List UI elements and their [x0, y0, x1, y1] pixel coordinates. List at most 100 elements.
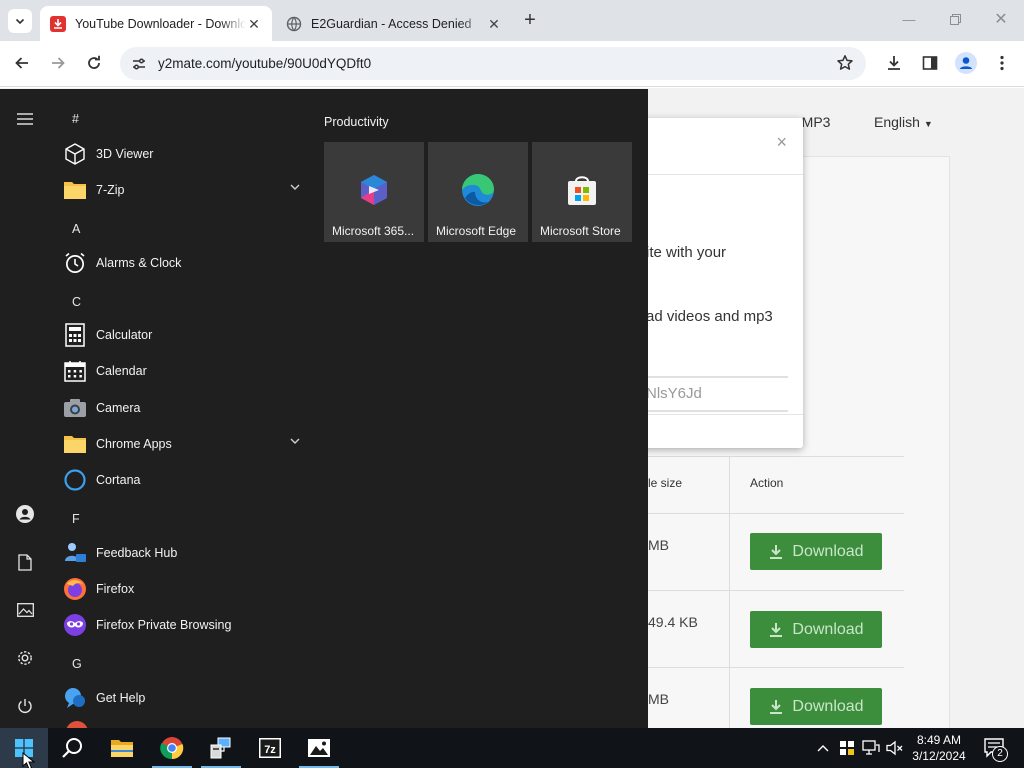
app-label: Get Help: [96, 691, 146, 705]
power-button[interactable]: [13, 694, 37, 718]
clock-time: 8:49 AM: [916, 733, 962, 747]
picture-icon: [16, 603, 34, 617]
section-letter[interactable]: C: [72, 295, 81, 309]
tab-close-button[interactable]: ✕: [246, 16, 262, 32]
calendar-icon: [62, 358, 88, 384]
tab-youtube-downloader[interactable]: YouTube Downloader - Downlo ✕: [40, 6, 272, 41]
cortana-icon: [62, 467, 88, 493]
modal-input[interactable]: NlsY6Jd: [640, 376, 788, 412]
photos-icon: [308, 739, 330, 757]
next-app-icon: [66, 721, 88, 728]
side-panel-icon: [922, 56, 938, 70]
search-button[interactable]: [48, 728, 96, 768]
section-letter[interactable]: G: [72, 657, 82, 671]
tile-microsoft-365[interactable]: Microsoft 365...: [324, 142, 424, 242]
gear-icon: [18, 651, 32, 665]
side-panel-button[interactable]: [918, 51, 942, 75]
search-icon: [62, 738, 82, 758]
app-item-cortana[interactable]: Cortana: [62, 463, 312, 497]
hamburger-menu-button[interactable]: [13, 107, 37, 131]
downloads-button[interactable]: [882, 51, 906, 75]
app-item-camera[interactable]: Camera: [62, 391, 312, 425]
menu-button[interactable]: [990, 51, 1014, 75]
show-hidden-icons-button[interactable]: [813, 728, 833, 768]
app-item-chrome-apps[interactable]: Chrome Apps: [62, 427, 312, 461]
tile-group-title: Productivity: [324, 115, 389, 129]
tab-e2guardian[interactable]: E2Guardian - Access Denied ✕: [276, 6, 512, 41]
tile-microsoft-store[interactable]: Microsoft Store: [532, 142, 632, 242]
app-list: # 3D Viewer 7-Zip A Alarms & Clock C Cal…: [52, 89, 312, 728]
firefox-icon: [62, 576, 88, 602]
notification-badge: 2: [992, 746, 1008, 762]
section-letter[interactable]: #: [72, 112, 79, 126]
section-letter[interactable]: F: [72, 512, 80, 526]
network-computer-icon: [210, 737, 231, 759]
folder-icon: [62, 177, 88, 203]
edge-icon: [462, 174, 494, 206]
minimize-button[interactable]: —: [897, 8, 921, 32]
app-item-calculator[interactable]: Calculator: [62, 318, 312, 352]
taskbar-file-explorer[interactable]: [98, 728, 146, 768]
app-item-alarms-clock[interactable]: Alarms & Clock: [62, 246, 312, 280]
tile-label: Microsoft 365...: [332, 224, 415, 238]
app-item-calendar[interactable]: Calendar: [62, 354, 312, 388]
table-divider: [640, 513, 904, 514]
account-button[interactable]: [13, 502, 37, 526]
app-item-get-help[interactable]: Get Help: [62, 681, 312, 715]
pictures-button[interactable]: [13, 598, 37, 622]
close-window-button[interactable]: ✕: [989, 8, 1013, 32]
network-button[interactable]: [861, 728, 881, 768]
taskbar-clock[interactable]: 8:49 AM 3/12/2024: [902, 732, 976, 764]
app-label: Firefox Private Browsing: [96, 618, 232, 632]
tile-microsoft-edge[interactable]: Microsoft Edge: [428, 142, 528, 242]
table-header-size: le size: [648, 476, 683, 490]
start-rail: [0, 89, 50, 728]
download-button[interactable]: Download: [750, 533, 882, 570]
chevron-down-icon[interactable]: [290, 182, 300, 194]
seven-zip-icon: 7z: [259, 738, 281, 758]
taskbar: 7z 8:49 AM 3/12/2024 2: [0, 728, 1024, 768]
app-item-7-zip[interactable]: 7-Zip: [62, 173, 312, 207]
bookmark-star-icon[interactable]: [836, 54, 854, 72]
app-label: Calculator: [96, 328, 153, 342]
section-letter[interactable]: A: [72, 222, 80, 236]
app-item-firefox[interactable]: Firefox: [62, 572, 312, 606]
app-item-firefox-private[interactable]: Firefox Private Browsing: [62, 608, 312, 642]
tab-strip: YouTube Downloader - Downlo ✕ E2Guardian…: [0, 0, 1024, 41]
new-tab-button[interactable]: +: [519, 10, 541, 32]
reload-button[interactable]: [82, 51, 106, 75]
download-favicon-icon: [50, 15, 66, 32]
language-select[interactable]: English ▼: [874, 114, 933, 130]
restore-button[interactable]: [943, 8, 967, 32]
taskbar-photos[interactable]: [295, 728, 343, 768]
app-label: Calendar: [96, 364, 147, 378]
calculator-icon: [62, 322, 88, 348]
clock-date: 3/12/2024: [912, 749, 966, 763]
site-info-icon[interactable]: [130, 55, 148, 73]
download-icon: [770, 622, 783, 637]
app-item-3d-viewer[interactable]: 3D Viewer: [62, 137, 312, 171]
address-bar[interactable]: y2mate.com/youtube/90U0dYQDft0: [120, 47, 866, 80]
settings-button[interactable]: [13, 646, 37, 670]
documents-button[interactable]: [13, 550, 37, 574]
taskbar-chrome[interactable]: [148, 728, 196, 768]
tab-close-button[interactable]: ✕: [486, 16, 502, 32]
forward-button[interactable]: [46, 51, 70, 75]
download-button[interactable]: Download: [750, 688, 882, 725]
tray-app-icon[interactable]: [838, 728, 856, 768]
profile-button[interactable]: [954, 51, 978, 75]
action-center-button[interactable]: 2: [978, 728, 1012, 768]
download-button[interactable]: Download: [750, 611, 882, 648]
app-label: Feedback Hub: [96, 546, 178, 560]
chevron-down-icon[interactable]: [290, 436, 300, 448]
taskbar-network-tool[interactable]: [197, 728, 245, 768]
back-button[interactable]: [10, 51, 34, 75]
tab-search-button[interactable]: [8, 9, 32, 33]
taskbar-7zip[interactable]: 7z: [246, 728, 294, 768]
modal-close-button[interactable]: ×: [776, 132, 787, 153]
modal-text: ite with your: [646, 244, 727, 261]
app-label: Cortana: [96, 473, 141, 487]
clock-icon: [62, 250, 88, 276]
app-item-feedback-hub[interactable]: Feedback Hub: [62, 536, 312, 570]
tile-label: Microsoft Edge: [436, 224, 517, 238]
